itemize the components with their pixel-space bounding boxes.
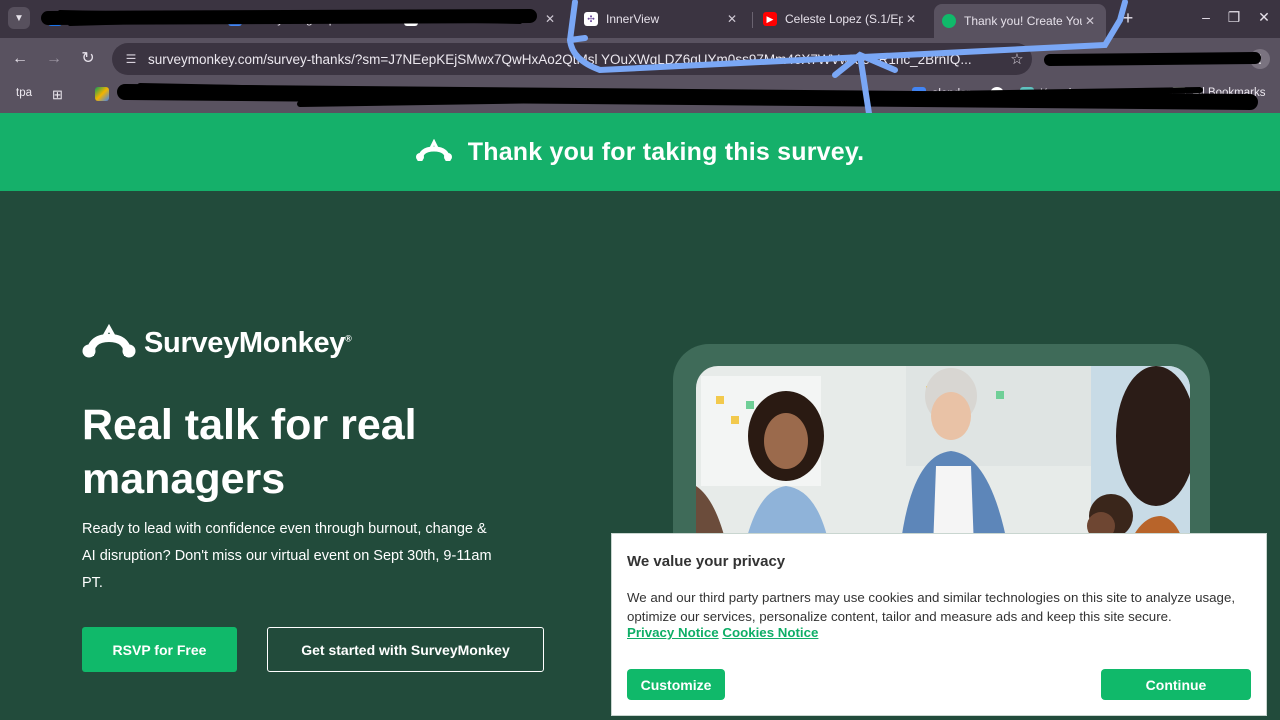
thank-you-banner: Thank you for taking this survey. bbox=[0, 113, 1280, 191]
surveymonkey-logo-icon bbox=[415, 139, 452, 162]
surveymonkey-logo-icon bbox=[82, 324, 136, 358]
redaction-scribble bbox=[41, 9, 1261, 110]
cookie-title: We value your privacy bbox=[627, 553, 786, 570]
rsvp-button[interactable]: RSVP for Free bbox=[82, 627, 237, 672]
surveymonkey-logo[interactable]: SurveyMonkey® bbox=[82, 324, 352, 362]
continue-button[interactable]: Continue bbox=[1101, 669, 1251, 700]
event-description: Ready to lead with confidence even throu… bbox=[82, 521, 492, 591]
customize-button[interactable]: Customize bbox=[627, 669, 725, 700]
privacy-notice-link[interactable]: Privacy Notice bbox=[627, 625, 719, 640]
cookies-notice-link[interactable]: Cookies Notice bbox=[722, 625, 818, 640]
cookie-body: We and our third party partners may use … bbox=[627, 590, 1236, 624]
cookie-consent-dialog: We value your privacy We and our third p… bbox=[611, 533, 1267, 716]
page-title: Real talk for real managers bbox=[82, 401, 417, 503]
thank-you-text: Thank you for taking this survey. bbox=[467, 137, 865, 166]
cookie-links: Privacy Notice Cookies Notice bbox=[627, 625, 818, 640]
brand-name: SurveyMonkey® bbox=[144, 326, 352, 359]
get-started-button[interactable]: Get started with SurveyMonkey bbox=[267, 627, 544, 672]
